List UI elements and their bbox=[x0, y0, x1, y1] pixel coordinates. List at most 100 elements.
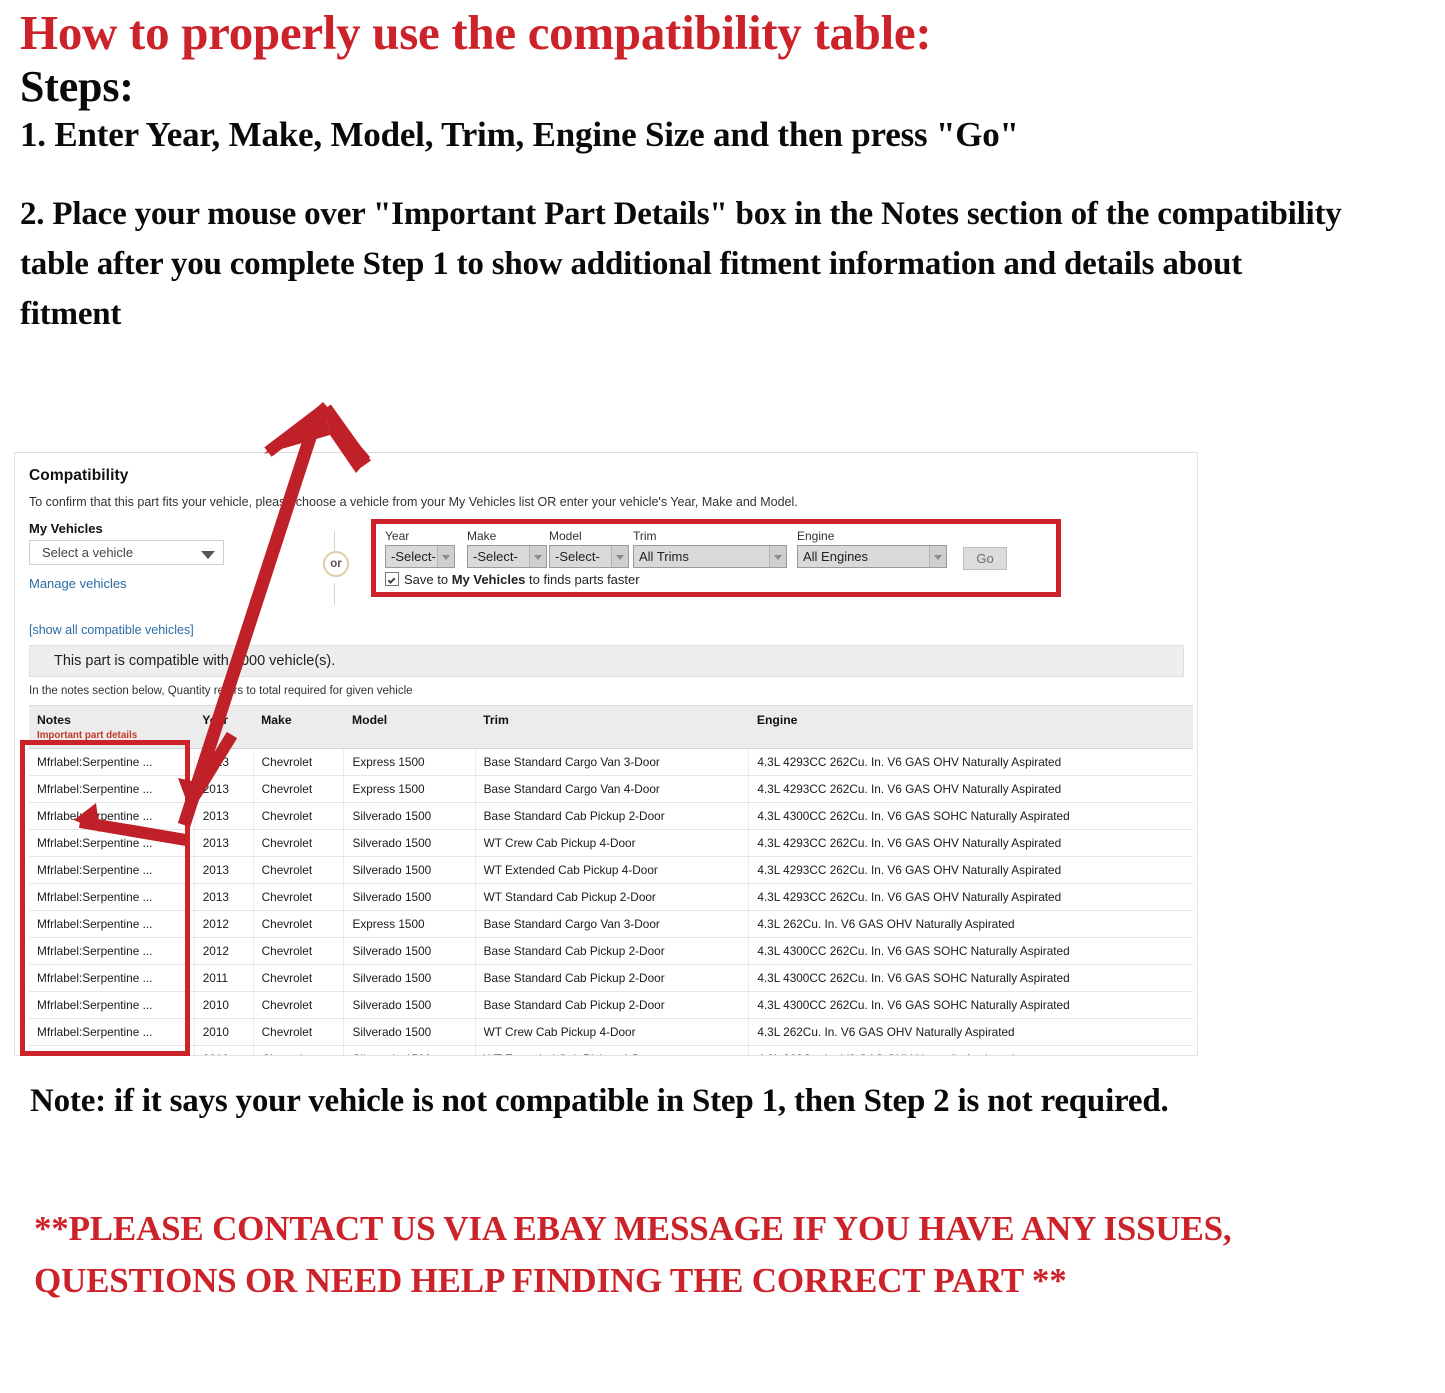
cell-model: Silverado 1500 bbox=[343, 829, 476, 857]
save-prefix-text: Save to bbox=[404, 572, 452, 587]
chevron-down-icon bbox=[929, 546, 946, 567]
cell-model: Silverado 1500 bbox=[343, 1018, 476, 1046]
vehicle-picker-area: My Vehicles Select a vehicle Manage vehi… bbox=[15, 519, 1197, 649]
cell-engine: 4.3L 4300CC 262Cu. In. V6 GAS SOHC Natur… bbox=[748, 991, 1193, 1019]
cell-make: Chevrolet bbox=[253, 802, 345, 830]
cell-engine: 4.3L 4293CC 262Cu. In. V6 GAS OHV Natura… bbox=[748, 748, 1193, 776]
compatible-count-banner: This part is compatible with 1000 vehicl… bbox=[29, 645, 1184, 677]
table-header-row: Notes Important part details Year Make M… bbox=[29, 705, 1193, 749]
trim-field: Trim All Trims bbox=[633, 529, 787, 568]
cell-make: Chevrolet bbox=[253, 910, 345, 938]
chevron-down-icon bbox=[201, 551, 215, 559]
table-row[interactable]: Mfrlabel:Serpentine ... 2013 Chevrolet Silv… bbox=[29, 856, 1193, 884]
chevron-down-icon bbox=[437, 546, 454, 567]
cell-make: Chevrolet bbox=[253, 883, 345, 911]
cell-model: Express 1500 bbox=[343, 910, 476, 938]
save-to-my-vehicles-checkbox-row[interactable]: Save to My Vehicles to finds parts faste… bbox=[385, 572, 640, 587]
cell-trim: WT Extended Cab Pickup 4-Door bbox=[475, 1045, 750, 1055]
cell-engine: 4.3L 262Cu. In. V6 GAS OHV Naturally Asp… bbox=[748, 1018, 1193, 1046]
cell-trim: WT Crew Cab Pickup 4-Door bbox=[475, 1018, 750, 1046]
compatibility-title: Compatibility bbox=[29, 467, 129, 484]
cell-trim: WT Extended Cab Pickup 4-Door bbox=[475, 856, 750, 884]
compatibility-subtitle: To confirm that this part fits your vehi… bbox=[29, 495, 798, 509]
model-select-value: -Select- bbox=[555, 549, 600, 564]
trim-select-value: All Trims bbox=[639, 549, 689, 564]
make-select[interactable]: -Select- bbox=[467, 545, 547, 568]
cell-model: Silverado 1500 bbox=[343, 964, 476, 992]
model-label: Model bbox=[549, 529, 582, 543]
cell-make: Chevrolet bbox=[253, 964, 345, 992]
cell-engine: 4.3L 4293CC 262Cu. In. V6 GAS OHV Natura… bbox=[748, 829, 1193, 857]
cell-make: Chevrolet bbox=[253, 748, 345, 776]
fitment-table-body: Mfrlabel:Serpentine ... 2013 Chevrolet Expr… bbox=[29, 748, 1193, 1055]
cell-model: Silverado 1500 bbox=[343, 991, 476, 1019]
cell-year: 2010 bbox=[194, 1045, 254, 1055]
checkbox-checked-icon[interactable] bbox=[385, 572, 399, 586]
column-header-notes-label: Notes bbox=[37, 713, 71, 727]
cell-make: Chevrolet bbox=[253, 1018, 345, 1046]
cell-make: Chevrolet bbox=[253, 829, 345, 857]
engine-select[interactable]: All Engines bbox=[797, 545, 947, 568]
cell-engine: 4.3L 262Cu. In. V6 GAS OHV Naturally Asp… bbox=[748, 910, 1193, 938]
table-row[interactable]: Mfrlabel:Serpentine ... 2012 Chevrolet Silv… bbox=[29, 937, 1193, 965]
year-label: Year bbox=[385, 529, 410, 543]
cell-year: 2011 bbox=[194, 964, 254, 992]
cell-make: Chevrolet bbox=[253, 1045, 345, 1055]
model-select[interactable]: -Select- bbox=[549, 545, 629, 568]
engine-field: Engine All Engines bbox=[797, 529, 947, 568]
contact-us-text: **PLEASE CONTACT US VIA EBAY MESSAGE IF … bbox=[34, 1209, 1232, 1300]
manage-vehicles-link[interactable]: Manage vehicles bbox=[29, 576, 127, 591]
cell-trim: WT Standard Cab Pickup 2-Door bbox=[475, 883, 750, 911]
cell-year: 2012 bbox=[194, 910, 254, 938]
highlight-box-notes-column bbox=[20, 740, 190, 1056]
or-separator: or bbox=[315, 531, 355, 605]
show-all-compatible-link[interactable]: [show all compatible vehicles] bbox=[29, 623, 194, 637]
table-row[interactable]: Mfrlabel:Serpentine ... 2013 Chevrolet Expr… bbox=[29, 748, 1193, 776]
table-row[interactable]: Mfrlabel:Serpentine ... 2011 Chevrolet Silv… bbox=[29, 964, 1193, 992]
or-line-bottom bbox=[334, 583, 335, 605]
cell-engine: 4.3L 262Cu. In. V6 GAS OHV Naturally Asp… bbox=[748, 1045, 1193, 1055]
table-row[interactable]: Mfrlabel:Serpentine ...2010ChevroletSilv… bbox=[29, 991, 1193, 1019]
fitment-table: Notes Important part details Year Make M… bbox=[29, 705, 1193, 1055]
my-vehicles-label: My Vehicles bbox=[29, 521, 103, 536]
cell-year: 2013 bbox=[194, 748, 254, 776]
or-line-top bbox=[334, 531, 335, 553]
cell-trim: Base Standard Cab Pickup 2-Door bbox=[475, 991, 750, 1019]
my-vehicles-select[interactable]: Select a vehicle bbox=[29, 540, 224, 565]
make-select-value: -Select- bbox=[473, 549, 518, 564]
cell-make: Chevrolet bbox=[253, 775, 345, 803]
chevron-down-icon bbox=[769, 546, 786, 567]
cell-model: Silverado 1500 bbox=[343, 937, 476, 965]
column-header-model: Model bbox=[343, 705, 476, 749]
quantity-note: In the notes section below, Quantity ref… bbox=[29, 685, 413, 697]
engine-select-value: All Engines bbox=[803, 549, 869, 564]
cell-trim: Base Standard Cargo Van 4-Door bbox=[475, 775, 750, 803]
table-row[interactable]: Mfrlabel:Serpentine ... 2012 Chevrolet Expr… bbox=[29, 910, 1193, 938]
table-row[interactable]: Mfrlabel:Serpentine ... 2013 Chevrolet Silv… bbox=[29, 883, 1193, 911]
instructions-block: How to properly use the compatibility ta… bbox=[14, 8, 1414, 339]
year-select[interactable]: -Select- bbox=[385, 545, 455, 568]
table-row[interactable]: Mfrlabel:Serpentine ...2010ChevroletSilv… bbox=[29, 1018, 1193, 1046]
steps-label: Steps: bbox=[20, 61, 134, 111]
compatible-count-text: This part is compatible with 1000 vehicl… bbox=[54, 653, 336, 669]
table-row[interactable]: Mfrlabel:Serpentine ... 2013 Chevrolet Expr… bbox=[29, 775, 1193, 803]
make-label: Make bbox=[467, 529, 497, 543]
cell-model: Express 1500 bbox=[343, 748, 476, 776]
table-row[interactable]: Mfrlabel:Serpentine ...2010ChevroletSilv… bbox=[29, 1045, 1193, 1055]
table-row[interactable]: Mfrlabel:Serpentine ... 2013 Chevrolet Silv… bbox=[29, 802, 1193, 830]
go-button[interactable]: Go bbox=[963, 547, 1007, 570]
cell-trim: Base Standard Cab Pickup 2-Door bbox=[475, 964, 750, 992]
table-row[interactable]: Mfrlabel:Serpentine ... 2013 Chevrolet Silv… bbox=[29, 829, 1193, 857]
trim-select[interactable]: All Trims bbox=[633, 545, 787, 568]
cell-year: 2012 bbox=[194, 937, 254, 965]
cell-year: 2013 bbox=[194, 775, 254, 803]
chevron-down-icon bbox=[529, 546, 546, 567]
step-2-text: 2. Place your mouse over "Important Part… bbox=[20, 195, 1342, 332]
year-field: Year -Select- bbox=[385, 529, 455, 568]
year-select-value: -Select- bbox=[391, 549, 436, 564]
column-header-make: Make bbox=[253, 705, 344, 749]
cell-make: Chevrolet bbox=[253, 937, 345, 965]
cell-engine: 4.3L 4293CC 262Cu. In. V6 GAS OHV Natura… bbox=[748, 883, 1193, 911]
cell-year: 2010 bbox=[194, 1018, 254, 1046]
cell-year: 2010 bbox=[194, 991, 254, 1019]
